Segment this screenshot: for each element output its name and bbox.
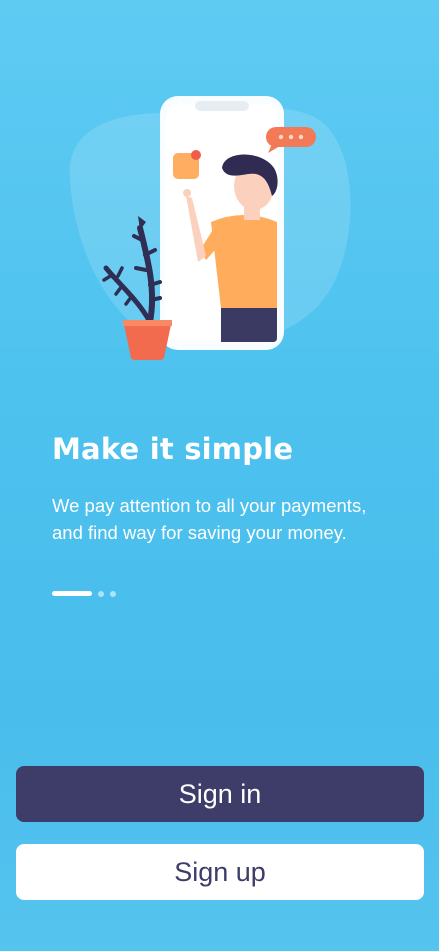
sign-up-button[interactable]: Sign up <box>16 844 424 900</box>
onboarding-illustration <box>69 96 351 360</box>
page-indicator-dot <box>110 591 116 597</box>
page-title: Make it simple <box>52 432 294 466</box>
page-indicator-active <box>52 591 92 596</box>
onboarding-description: We pay attention to all your payments, a… <box>52 495 367 543</box>
page-indicator-dot <box>98 591 104 597</box>
sign-in-button[interactable]: Sign in <box>16 766 424 822</box>
